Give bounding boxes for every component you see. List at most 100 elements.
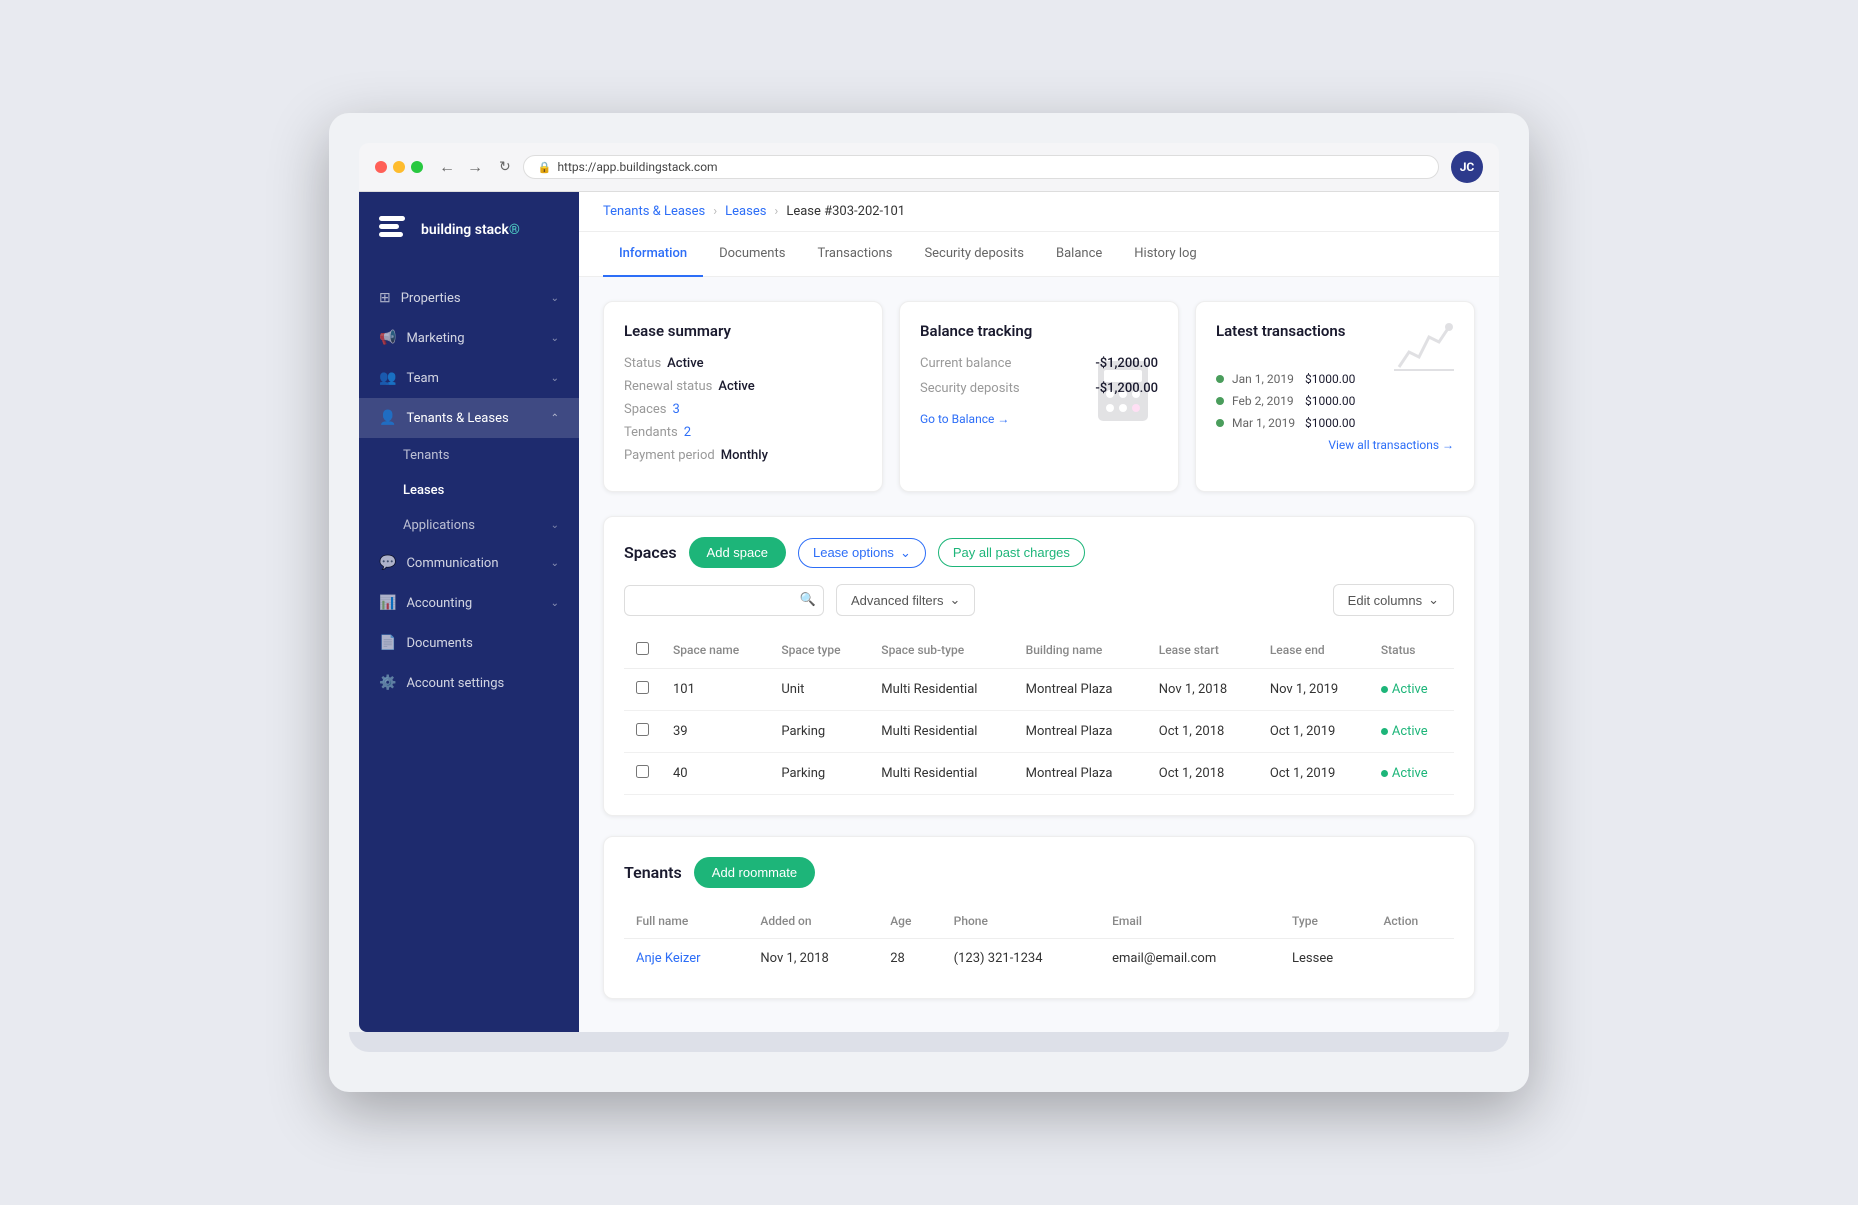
forward-button[interactable]: → [463,155,487,179]
lease-end-cell: Oct 1, 2019 [1258,711,1369,753]
sidebar-item-leases[interactable]: Leases [359,473,579,508]
sidebar-label-team: Team [406,371,439,386]
row-checkbox[interactable] [636,765,649,778]
sidebar-label-account-settings: Account settings [406,676,504,691]
sidebar-item-account-settings[interactable]: ⚙️ Account settings [359,663,579,703]
marketing-icon: 📢 [379,330,396,346]
lease-start-cell: Oct 1, 2018 [1147,711,1258,753]
edit-columns-label: Edit columns [1348,593,1422,608]
tab-information[interactable]: Information [603,232,703,277]
tx-amount-3: $1000.00 [1305,416,1355,430]
breadcrumb: Tenants & Leases › Leases › Lease #303-2… [603,204,905,219]
col-lease-end: Lease end [1258,632,1369,669]
current-balance-label: Current balance [920,356,1011,371]
back-button[interactable]: ← [435,155,459,179]
sidebar-item-team[interactable]: 👥 Team ⌄ [359,358,579,398]
team-icon: 👥 [379,370,396,386]
balance-tracking-title: Balance tracking [920,322,1158,340]
view-all-transactions-link[interactable]: View all transactions → [1216,438,1454,452]
logo-icon [379,216,411,244]
chevron-down-icon: ⌄ [551,520,559,531]
col-age: Age [878,904,941,939]
status-cell: Active [1369,711,1454,753]
space-name-cell: 39 [661,711,769,753]
sidebar-item-tenants-leases[interactable]: 👤 Tenants & Leases ⌃ [359,398,579,438]
tx-amount-1: $1000.00 [1305,372,1355,386]
payment-label: Payment period [624,448,715,463]
tab-balance[interactable]: Balance [1040,232,1118,277]
spaces-value[interactable]: 3 [673,402,680,417]
tx-dot [1216,419,1224,427]
space-subtype-cell: Multi Residential [869,711,1013,753]
tx-date-1: Jan 1, 2019 [1232,372,1297,386]
pay-past-charges-button[interactable]: Pay all past charges [938,538,1085,567]
tab-security-deposits[interactable]: Security deposits [908,232,1040,277]
chevron-down-icon: ⌄ [950,592,961,608]
user-avatar[interactable]: JC [1451,151,1483,183]
properties-icon: ⊞ [379,290,391,306]
tx-date-2: Feb 2, 2019 [1232,394,1297,408]
sidebar-label-applications: Applications [403,518,475,533]
sidebar-item-documents[interactable]: 📄 Documents [359,623,579,663]
col-action: Action [1371,904,1454,939]
tenants-value[interactable]: 2 [684,425,691,440]
sidebar-label-communication: Communication [406,556,498,571]
refresh-button[interactable]: ↻ [499,159,511,175]
chevron-down-icon: ⌄ [551,373,559,384]
security-deposits-label: Security deposits [920,381,1020,396]
tabs-navigation: Information Documents Transactions Secur… [579,232,1499,277]
sidebar: building stack® ⊞ Properties ⌄ 📢 Marketi… [359,192,579,1032]
tab-history-log[interactable]: History log [1118,232,1212,277]
building-name-cell: Montreal Plaza [1014,711,1147,753]
sidebar-label-tenants-leases: Tenants & Leases [406,411,508,426]
breadcrumb-leases[interactable]: Leases [725,204,766,219]
transaction-item: Jan 1, 2019 $1000.00 [1216,372,1454,386]
tx-dot [1216,397,1224,405]
col-phone: Phone [942,904,1100,939]
edit-columns-button[interactable]: Edit columns ⌄ [1333,584,1454,616]
payment-value: Monthly [721,448,768,463]
sidebar-item-accounting[interactable]: 📊 Accounting ⌄ [359,583,579,623]
lease-options-button[interactable]: Lease options ⌄ [798,538,926,568]
add-space-button[interactable]: Add space [689,537,786,568]
breadcrumb-tenants-leases[interactable]: Tenants & Leases [603,204,705,219]
col-status: Status [1369,632,1454,669]
sidebar-item-marketing[interactable]: 📢 Marketing ⌄ [359,318,579,358]
transaction-item: Feb 2, 2019 $1000.00 [1216,394,1454,408]
add-roommate-button[interactable]: Add roommate [694,857,815,888]
search-input-wrapper: 🔍 [624,585,824,616]
building-name-cell: Montreal Plaza [1014,669,1147,711]
row-checkbox[interactable] [636,681,649,694]
main-content: Tenants & Leases › Leases › Lease #303-2… [579,192,1499,1032]
select-all-checkbox[interactable] [636,642,649,655]
space-subtype-cell: Multi Residential [869,669,1013,711]
row-checkbox[interactable] [636,723,649,736]
status-value: Active [667,356,703,371]
status-cell: Active [1369,753,1454,795]
space-type-cell: Unit [769,669,869,711]
calculator-icon [1088,356,1158,426]
sidebar-item-tenants[interactable]: Tenants [359,438,579,473]
space-type-cell: Parking [769,753,869,795]
sidebar-item-applications[interactable]: Applications ⌄ [359,508,579,543]
col-email: Email [1100,904,1280,939]
sidebar-label-tenants: Tenants [403,448,449,463]
building-name-cell: Montreal Plaza [1014,753,1147,795]
tab-documents[interactable]: Documents [703,232,801,277]
search-input[interactable] [624,585,824,616]
sidebar-item-communication[interactable]: 💬 Communication ⌄ [359,543,579,583]
spaces-label: Spaces [624,402,667,417]
chevron-down-icon: ⌄ [551,598,559,609]
tenants-table: Full name Added on Age Phone Email Type … [624,904,1454,978]
latest-transactions-card: Latest transactions Jan 1, 2019 $1000.00 [1195,301,1475,492]
sidebar-item-properties[interactable]: ⊞ Properties ⌄ [359,278,579,318]
renewal-label: Renewal status [624,379,712,394]
tenant-name-link[interactable]: Anje Keizer [636,951,701,966]
col-space-type: Space type [769,632,869,669]
col-building-name: Building name [1014,632,1147,669]
space-type-cell: Parking [769,711,869,753]
space-name-cell: 101 [661,669,769,711]
advanced-filters-button[interactable]: Advanced filters ⌄ [836,584,975,616]
tab-transactions[interactable]: Transactions [801,232,908,277]
chevron-up-icon: ⌃ [551,413,559,424]
